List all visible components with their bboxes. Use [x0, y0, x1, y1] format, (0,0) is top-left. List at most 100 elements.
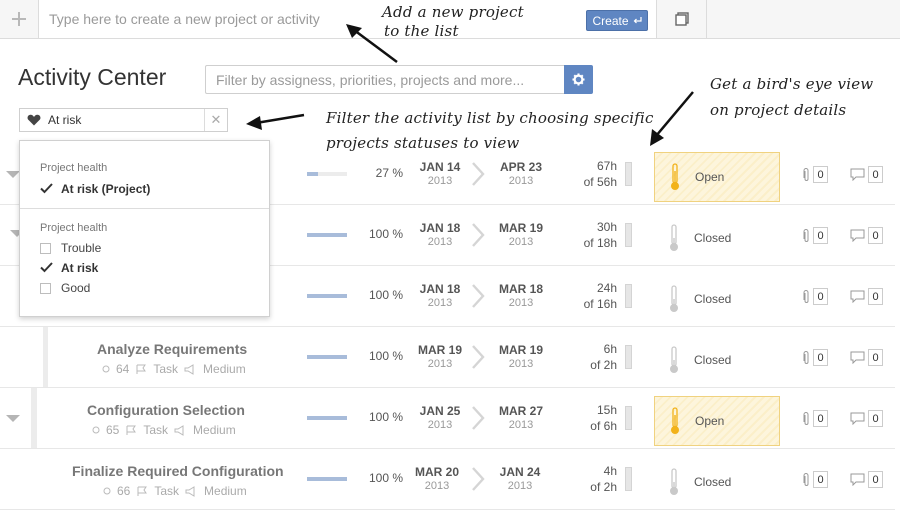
comments-counter[interactable]: 0: [850, 349, 883, 366]
expand-caret-icon[interactable]: [6, 171, 20, 178]
filter-input[interactable]: [205, 65, 565, 94]
chevron-right-icon: [472, 223, 485, 247]
comment-icon: [850, 473, 865, 486]
task-name[interactable]: Finalize Required Configuration: [72, 463, 284, 479]
dropdown-option-at-risk[interactable]: At risk: [40, 261, 98, 275]
expand-caret-icon[interactable]: [6, 415, 20, 422]
task-meta: 64 Task Medium: [102, 362, 246, 376]
arrow-birdseye-icon: [650, 91, 694, 146]
comments-counter[interactable]: 0: [850, 227, 883, 244]
comments-count: 0: [868, 166, 883, 183]
checkbox-checked[interactable]: [40, 261, 53, 274]
paperclip-icon: [803, 350, 809, 364]
state-cell[interactable]: Closed: [654, 274, 780, 324]
attachments-counter[interactable]: 0: [803, 166, 828, 183]
new-project-input[interactable]: [39, 0, 657, 38]
hours-actual: 15h: [596, 403, 617, 417]
state-cell[interactable]: Open: [654, 396, 780, 446]
annotation-add-line1: Add a new project: [382, 3, 524, 21]
hours-spent: 6h of 2h: [560, 341, 617, 373]
task-type: Task: [143, 423, 169, 437]
create-button[interactable]: Create: [586, 10, 648, 31]
comment-icon: [850, 351, 865, 364]
table-row[interactable]: Configuration Selection 65 Task Medium 100 %…: [0, 388, 895, 449]
progress-percent: 100 %: [368, 349, 403, 363]
task-id: 66: [117, 484, 131, 498]
end-date: MAR 19 2013: [491, 343, 551, 370]
task-name[interactable]: Analyze Requirements: [97, 341, 247, 357]
progress-bar: [307, 294, 347, 298]
progress-fill: [307, 355, 347, 359]
hours-bar: [625, 406, 632, 430]
checkbox-checked[interactable]: [40, 182, 53, 195]
annotation-add-line2: to the list: [384, 22, 459, 40]
flag-icon: [126, 425, 137, 435]
progress-bar: [307, 416, 347, 420]
attachments-counter[interactable]: 0: [803, 349, 828, 366]
progress-bar: [307, 172, 347, 176]
state-cell[interactable]: Closed: [654, 213, 780, 263]
thermometer-container: [654, 224, 694, 252]
hours-spent: 30h of 18h: [560, 219, 617, 251]
chevron-right-icon: [472, 345, 485, 369]
comments-counter[interactable]: 0: [850, 471, 883, 488]
dropdown-option-trouble[interactable]: Trouble: [40, 241, 101, 255]
attachments-counter[interactable]: 0: [803, 471, 828, 488]
hours-estimate: of 16h: [583, 297, 617, 311]
checkbox[interactable]: [40, 242, 51, 254]
chevron-right-icon: [472, 406, 485, 430]
state-label: Closed: [694, 353, 732, 367]
state-label: Open: [695, 170, 725, 184]
comments-counter[interactable]: 0: [850, 288, 883, 305]
dropdown-option-good[interactable]: Good: [40, 281, 90, 295]
end-date: MAR 19 2013: [491, 221, 551, 248]
progress-bar: [307, 355, 347, 359]
comments-counter[interactable]: 0: [850, 410, 883, 427]
add-button[interactable]: [0, 0, 39, 38]
comments-count: 0: [868, 349, 883, 366]
dropdown-option-at-risk-project[interactable]: At risk (Project): [40, 182, 150, 196]
thermometer-container: [654, 285, 694, 313]
table-row[interactable]: Finalize Required Configuration 66 Task Med…: [0, 449, 895, 510]
task-type: Task: [153, 362, 179, 376]
clear-filter-button[interactable]: ✕: [204, 109, 227, 131]
paperclip-icon: [803, 167, 809, 181]
attachments-counter[interactable]: 0: [803, 288, 828, 305]
hours-bar: [625, 162, 632, 186]
comments-counter[interactable]: 0: [850, 166, 883, 183]
thermometer-icon: [670, 285, 678, 312]
attachments-counter[interactable]: 0: [803, 410, 828, 427]
chevron-right-icon: [472, 467, 485, 491]
start-date-year: 2013: [427, 358, 453, 370]
checkbox[interactable]: [40, 282, 51, 294]
progress-fill: [307, 416, 347, 420]
start-date-year: 2013: [427, 297, 453, 309]
status-filter-select[interactable]: At risk ✕: [19, 108, 228, 132]
dropdown-section-label: Project health: [40, 222, 108, 234]
dropdown-section-label: Project health: [40, 162, 108, 174]
attachments-count: 0: [813, 410, 828, 427]
table-row[interactable]: Analyze Requirements 64 Task Medium 100 % MAR…: [0, 327, 895, 388]
page-title: Activity Center: [18, 64, 167, 90]
annotation-birdseye: Get a bird's eye view on project details: [710, 71, 873, 123]
gear-icon: [572, 73, 585, 86]
dropdown-option-label: At risk: [61, 261, 99, 275]
hours-spent: 15h of 6h: [560, 402, 617, 434]
filter-settings-button[interactable]: [564, 65, 593, 94]
thermometer-icon: [670, 224, 678, 251]
state-cell[interactable]: Closed: [654, 335, 780, 385]
start-date: MAR 19 2013: [410, 343, 470, 370]
dropdown-divider: [20, 208, 269, 209]
comment-icon: [850, 168, 865, 181]
task-type: Task: [154, 484, 180, 498]
end-date-year: 2013: [507, 480, 533, 492]
progress-bar: [307, 477, 347, 481]
state-cell[interactable]: Open: [654, 152, 780, 202]
dropdown-option-label: At risk (Project): [61, 182, 151, 196]
chevron-right-icon: [472, 284, 485, 308]
end-date: JAN 24 2013: [490, 465, 550, 492]
attachments-counter[interactable]: 0: [803, 227, 828, 244]
state-cell[interactable]: Closed: [654, 457, 780, 507]
board-view-button[interactable]: [658, 0, 707, 38]
task-name[interactable]: Configuration Selection: [87, 402, 245, 418]
